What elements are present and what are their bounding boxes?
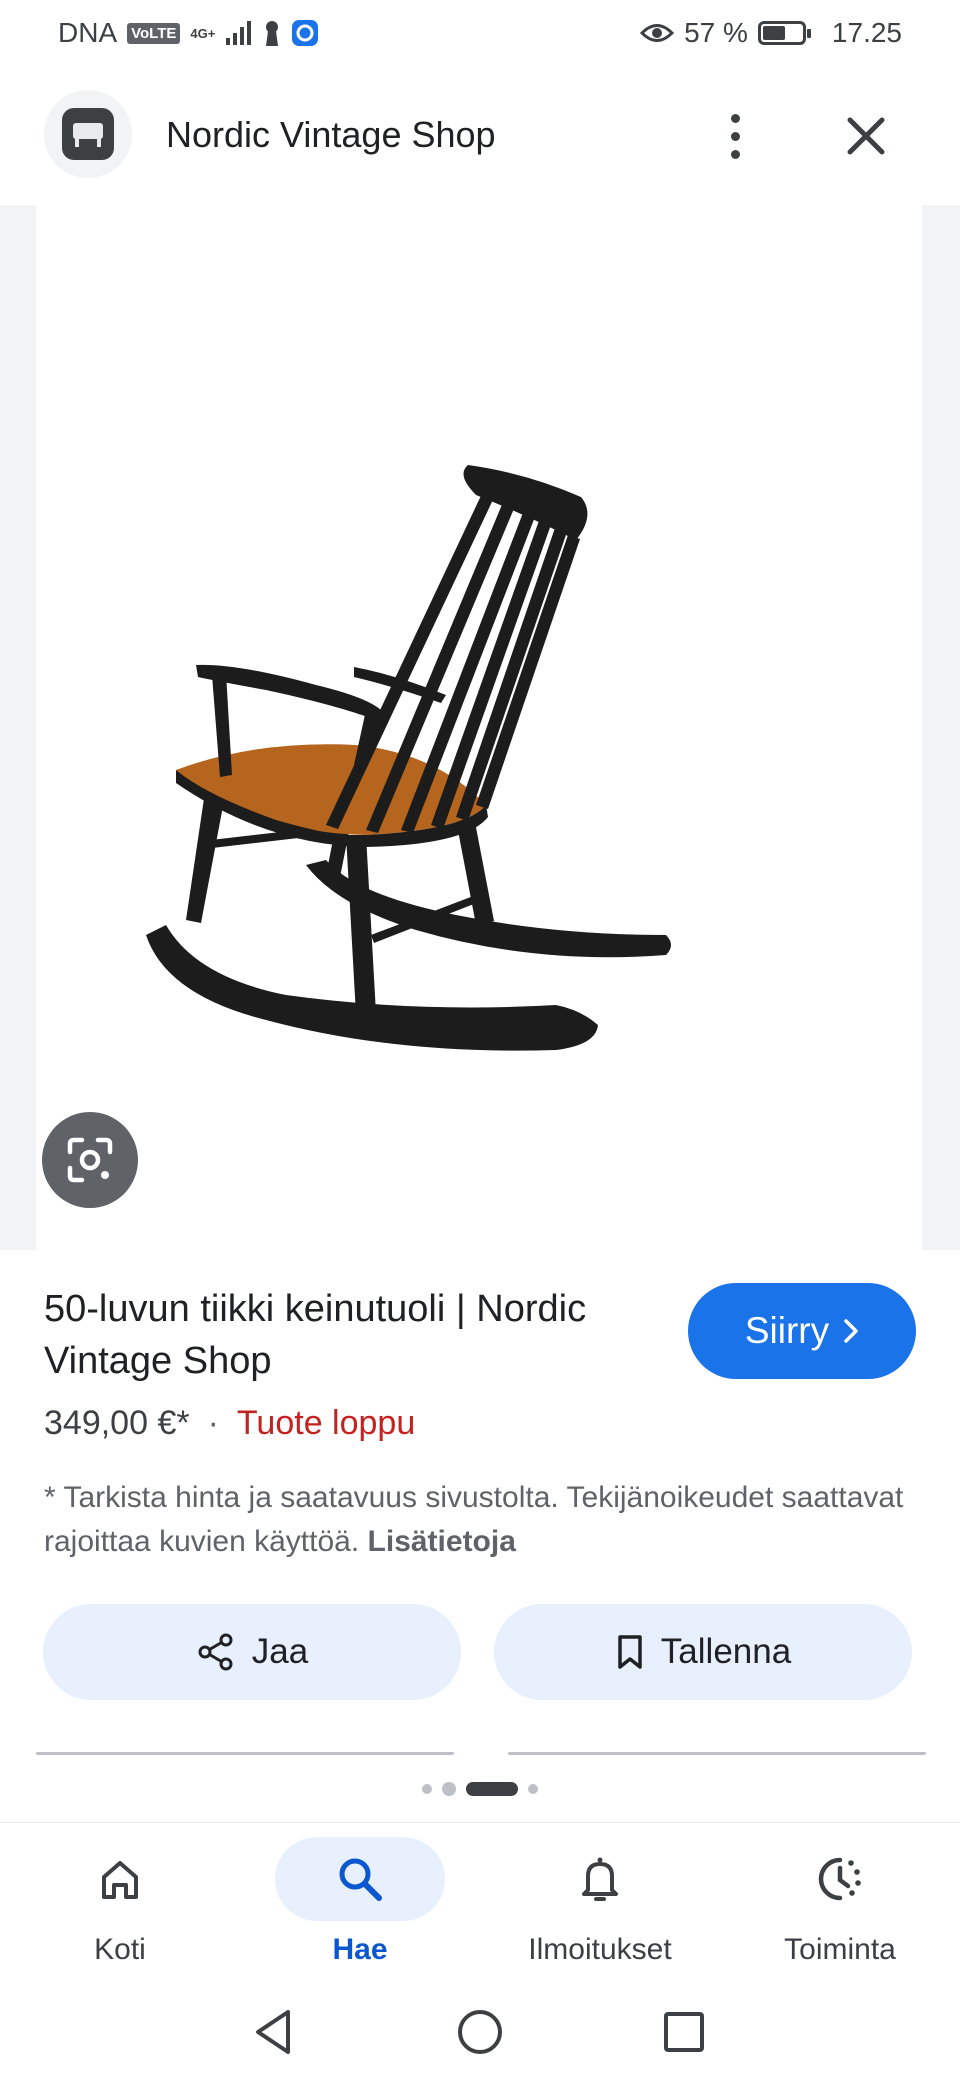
nav-search-label: Hae (332, 1933, 388, 1966)
pager-dot (442, 1782, 456, 1796)
recents-icon[interactable] (654, 2002, 714, 2062)
status-left: DNA VoLTE 4G+ (58, 17, 319, 49)
carrier-label: DNA (58, 17, 118, 48)
pagination-dots (0, 1782, 960, 1796)
close-icon[interactable] (836, 106, 896, 166)
bottom-navigation: Koti Hae Ilmoitukset Toiminta (0, 1822, 960, 1992)
nav-search[interactable]: Hae (240, 1837, 480, 1987)
price: 349,00 €* (44, 1404, 190, 1442)
battery-percent: 57 % (684, 17, 748, 48)
system-navigation (0, 1992, 960, 2079)
nav-home[interactable]: Koti (0, 1837, 240, 1987)
next-result-preview-right (508, 1752, 926, 1755)
more-info-link[interactable]: Lisätietoja (368, 1525, 516, 1558)
nav-activity-label: Toiminta (784, 1933, 896, 1966)
viewer-header: Nordic Vintage Shop (0, 88, 960, 184)
product-image[interactable] (36, 205, 922, 1250)
bookmark-icon (618, 1635, 642, 1669)
home-icon (102, 1861, 138, 1899)
nav-notifications[interactable]: Ilmoitukset (480, 1837, 720, 1987)
image-viewer[interactable] (0, 205, 960, 1250)
status-bar: DNA VoLTE 4G+ 57 % 17.25 (0, 0, 960, 66)
store-favicon-icon[interactable] (44, 90, 132, 178)
bell-icon (582, 1857, 618, 1901)
lens-search-button[interactable] (42, 1112, 138, 1208)
activity-icon (818, 1857, 861, 1901)
pager-dot (528, 1784, 538, 1794)
share-label: Jaa (251, 1632, 309, 1671)
site-name[interactable]: Nordic Vintage Shop (166, 114, 496, 156)
price-row: 349,00 €* · Tuote loppu (44, 1404, 415, 1443)
search-icon (339, 1858, 382, 1901)
disclaimer: * Tarkista hinta ja saatavuus sivustolta… (44, 1476, 904, 1564)
product-title[interactable]: 50-luvun tiikki keinutuoli | Nordic Vint… (44, 1283, 664, 1387)
network-type: 4G+ (190, 25, 216, 41)
lens-icon (67, 1137, 113, 1183)
status-right: 57 % 17.25 (640, 17, 902, 49)
clock: 17.25 (831, 17, 902, 48)
next-result-preview-left (36, 1752, 454, 1755)
save-button[interactable]: Tallenna (494, 1604, 912, 1700)
nav-home-label: Koti (94, 1933, 146, 1966)
nav-activity[interactable]: Toiminta (720, 1837, 960, 1987)
visit-site-label: Siirry (744, 1310, 830, 1351)
visit-site-button[interactable]: Siirry (688, 1283, 916, 1379)
stock-status: Tuote loppu (236, 1404, 416, 1442)
eye-comfort-icon (640, 24, 675, 42)
separator-dot: · (207, 1404, 219, 1442)
back-icon[interactable] (244, 2002, 304, 2062)
home-circle-icon[interactable] (450, 2002, 510, 2062)
save-label: Tallenna (660, 1632, 792, 1671)
share-icon (198, 1633, 233, 1671)
battery-level (762, 26, 785, 40)
rocking-chair-image (146, 465, 671, 1051)
chevron-right-icon (844, 1319, 858, 1343)
signal-icon (226, 21, 252, 45)
pager-dot (422, 1784, 432, 1794)
nav-notifications-label: Ilmoitukset (528, 1933, 672, 1966)
battery-icon (757, 21, 811, 45)
pager-dot-active (466, 1782, 518, 1796)
more-vert-icon[interactable] (710, 104, 760, 168)
volte-badge: VoLTE (127, 22, 181, 44)
keyhole-icon (266, 21, 279, 46)
share-button[interactable]: Jaa (43, 1604, 461, 1700)
app-notification-icon (292, 20, 319, 46)
